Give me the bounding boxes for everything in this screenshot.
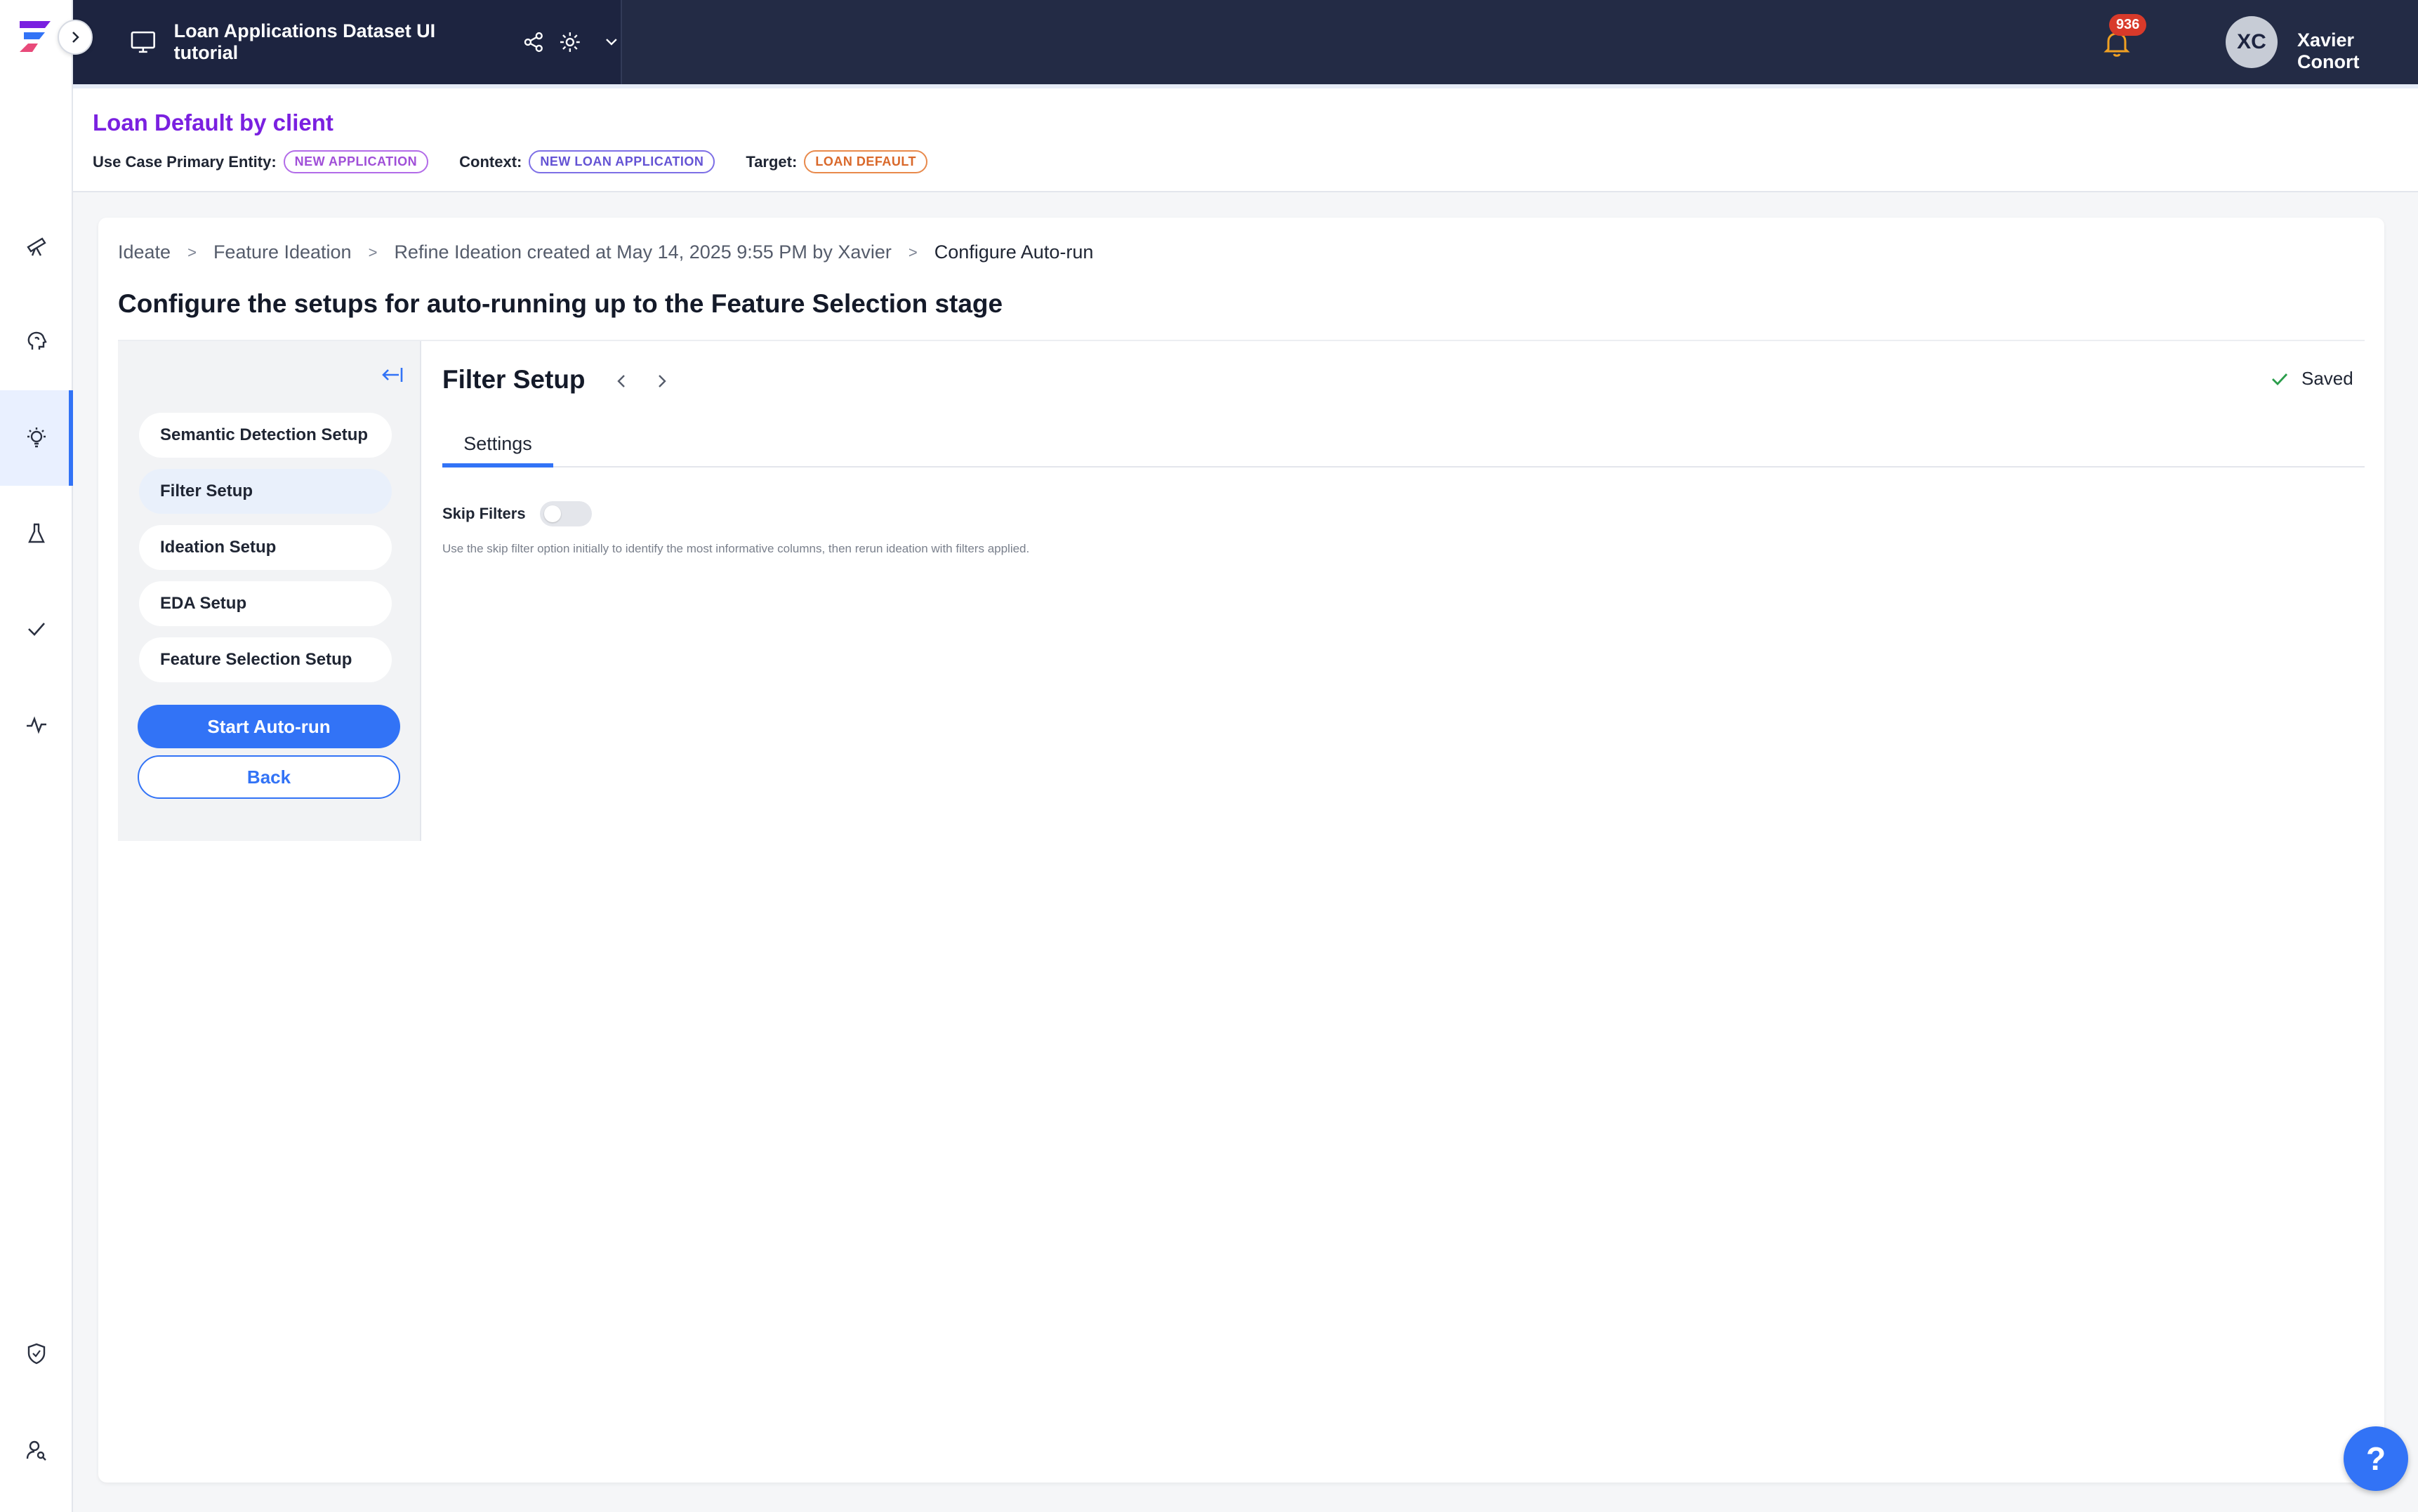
monitor-icon [131,31,155,53]
top-bar: Loan Applications Dataset UI tutorial 93… [73,0,2418,84]
primary-entity-label: Use Case Primary Entity: [93,152,277,171]
skip-filters-toggle[interactable] [539,501,592,526]
rail-item-approve[interactable] [0,581,73,677]
skip-filters-label: Skip Filters [442,505,526,522]
gear-icon[interactable] [558,30,582,54]
rail-item-discover[interactable] [0,198,73,293]
use-case-title[interactable]: Loan Default by client [93,110,333,136]
steps-panel: Semantic Detection Setup Filter Setup Id… [118,341,421,841]
shield-icon [27,1343,46,1365]
project-selector[interactable]: Loan Applications Dataset UI tutorial [73,0,622,84]
context-label: Context: [459,152,522,171]
chevron-right-icon[interactable] [652,371,673,392]
use-case-header: Loan Default by client Use Case Primary … [73,84,2418,192]
check-icon [28,623,45,636]
brain-icon [27,331,47,350]
telescope-icon [27,237,46,256]
skip-filters-description: Use the skip filter option initially to … [442,542,1030,555]
breadcrumb-separator: > [908,243,918,261]
rail-item-monitor[interactable] [0,677,73,772]
chevron-right-icon [72,32,79,43]
target-chip[interactable]: LOAN DEFAULT [804,150,927,173]
breadcrumb-separator: > [368,243,378,261]
pulse-icon [27,716,46,734]
chevron-left-icon[interactable] [611,371,632,392]
user-search-icon [26,1440,46,1461]
main-card: Ideate > Feature Ideation > Refine Ideat… [98,218,2384,1483]
help-button[interactable]: ? [2344,1426,2408,1491]
tab-settings[interactable]: Settings [442,424,553,467]
pane-title: Filter Setup [442,365,586,394]
start-auto-run-button[interactable]: Start Auto-run [138,705,400,748]
avatar[interactable]: XC [2226,16,2278,68]
step-feature-selection[interactable]: Feature Selection Setup [139,637,392,682]
step-filter-setup[interactable]: Filter Setup [139,469,392,514]
target-label: Target: [746,152,798,171]
flask-icon [28,523,45,543]
step-semantic-detection[interactable]: Semantic Detection Setup [139,413,392,458]
page-title: Configure the setups for auto-running up… [118,289,1003,318]
divider [118,340,2365,341]
breadcrumb-current: Configure Auto-run [934,241,1094,263]
primary-entity-chip[interactable]: NEW APPLICATION [283,150,429,173]
pane-tabs: Settings [442,424,2365,467]
breadcrumb: Ideate > Feature Ideation > Refine Ideat… [118,241,1093,263]
expand-rail-button[interactable] [58,20,93,55]
rail-item-admin[interactable] [0,1306,73,1401]
skip-filters-row: Skip Filters [442,501,592,526]
collapse-panel-icon[interactable] [379,362,404,387]
project-title: Loan Applications Dataset UI tutorial [173,20,436,63]
saved-label: Saved [2301,368,2353,389]
breadcrumb-feature-ideation[interactable]: Feature Ideation [213,241,352,263]
breadcrumb-refine-ideation[interactable]: Refine Ideation created at May 14, 2025 … [394,241,891,263]
notification-badge: 936 [2109,14,2147,36]
chevron-down-icon[interactable] [602,33,621,51]
rail-item-formulate[interactable] [0,293,73,389]
share-icon[interactable] [522,30,546,54]
logo-icon[interactable] [14,15,56,58]
step-ideation-setup[interactable]: Ideation Setup [139,525,392,570]
back-button[interactable]: Back [138,755,400,799]
lightbulb-icon [27,427,46,448]
saved-status: Saved [2269,368,2353,390]
left-rail [0,0,93,1512]
rail-item-experiment[interactable] [0,486,73,581]
breadcrumb-separator: > [187,243,197,261]
context-chip[interactable]: NEW LOAN APPLICATION [529,150,715,173]
step-eda-setup[interactable]: EDA Setup [139,581,392,626]
breadcrumb-ideate[interactable]: Ideate [118,241,171,263]
check-icon [2272,373,2288,385]
rail-item-ideate[interactable] [0,390,73,486]
user-name[interactable]: Xavier Conort [2297,29,2418,73]
rail-item-users[interactable] [0,1402,73,1498]
use-case-meta: Use Case Primary Entity: NEW APPLICATION… [93,150,958,173]
